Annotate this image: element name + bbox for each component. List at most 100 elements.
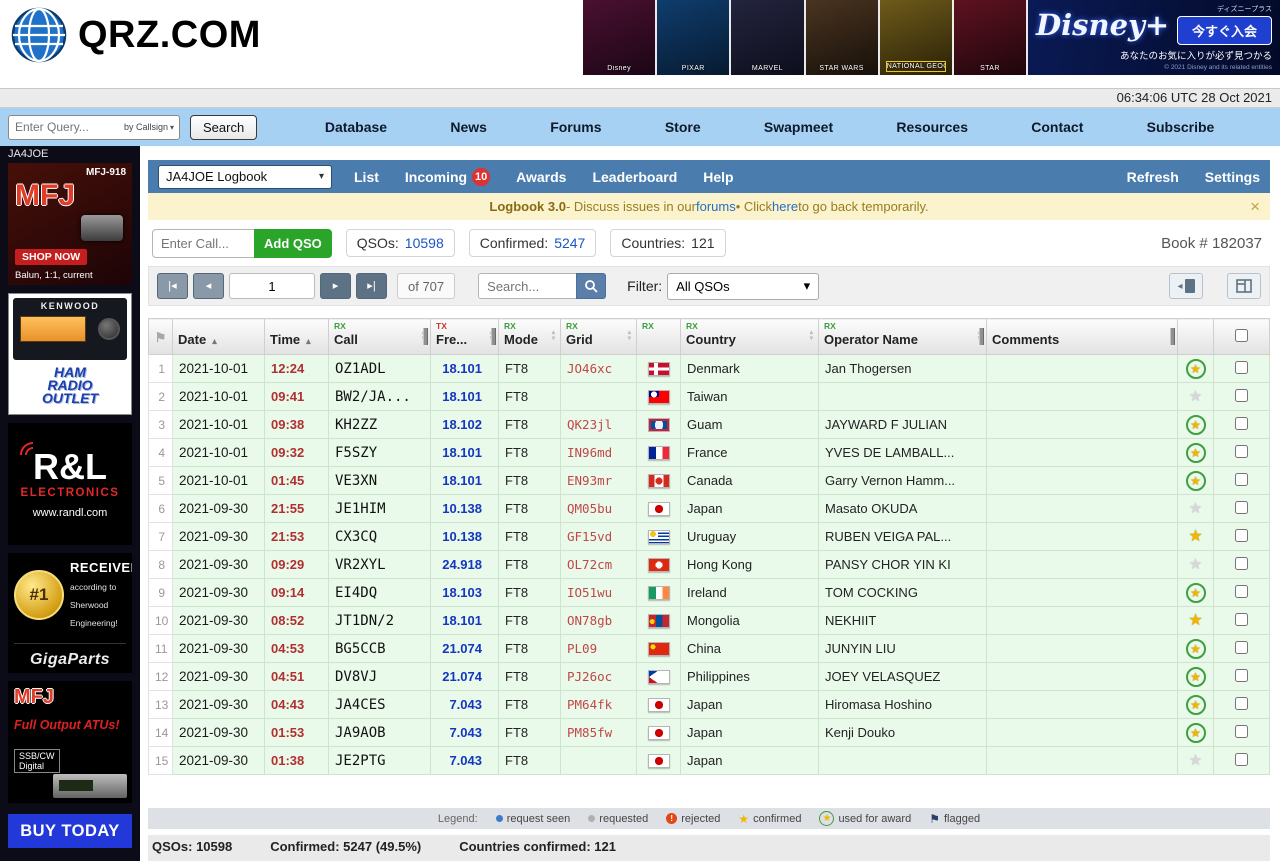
nav-item-news[interactable]: News bbox=[450, 119, 487, 135]
star-award-icon[interactable]: ★ bbox=[1185, 414, 1206, 435]
qso-row[interactable]: 14 2021-09-30 01:53 JA9AOB 7.043 FT8 PM85fw Jap… bbox=[148, 718, 1270, 747]
buy-today-button[interactable]: BUY TODAY bbox=[8, 814, 132, 848]
cell-callsign[interactable]: VE3XN bbox=[328, 466, 431, 495]
forums-link[interactable]: forums bbox=[696, 199, 736, 214]
column-header-country[interactable]: RX Country ▴ ▾ bbox=[680, 318, 819, 355]
column-resize-handle[interactable] bbox=[491, 328, 496, 345]
qso-row[interactable]: 13 2021-09-30 04:43 JA4CES 7.043 FT8 PM64fk Jap… bbox=[148, 690, 1270, 719]
star-award-icon[interactable]: ★ bbox=[1185, 694, 1206, 715]
row-checkbox[interactable] bbox=[1235, 668, 1248, 682]
qso-row[interactable]: 4 2021-10-01 09:32 F5SZY 18.101 FT8 IN96md Fran… bbox=[148, 438, 1270, 467]
search-button[interactable]: Search bbox=[190, 114, 258, 140]
ad-poster-pixar[interactable]: PIXAR bbox=[657, 0, 732, 75]
cell-callsign[interactable]: JE2PTG bbox=[328, 746, 431, 775]
disney-ad-banner[interactable]: Disney PIXAR MARVEL STAR WARS NATIONAL GEOGR… bbox=[583, 0, 1280, 75]
page-number-input[interactable] bbox=[229, 273, 315, 299]
close-icon[interactable]: × bbox=[1250, 198, 1260, 215]
nav-item-subscribe[interactable]: Subscribe bbox=[1147, 119, 1215, 135]
nav-item-contact[interactable]: Contact bbox=[1031, 119, 1083, 135]
qso-row[interactable]: 15 2021-09-30 01:38 JE2PTG 7.043 FT8 Japan ★ bbox=[148, 746, 1270, 775]
row-checkbox[interactable] bbox=[1235, 388, 1248, 402]
column-header-call[interactable]: RXCall▴▾ bbox=[328, 318, 431, 355]
cell-callsign[interactable]: VR2XYL bbox=[328, 550, 431, 579]
first-page-button[interactable]: |◂ bbox=[157, 273, 188, 299]
ad-poster-national-geographic[interactable]: NATIONAL GEOGRAPHIC bbox=[879, 0, 954, 75]
column-header-freq[interactable]: TXFre...▴▾ bbox=[430, 318, 499, 355]
ad-rl-electronics[interactable]: R&L ELECTRONICS www.randl.com bbox=[8, 423, 132, 545]
column-header-grid[interactable]: RX Grid ▴ ▾ bbox=[560, 318, 637, 355]
row-checkbox[interactable] bbox=[1235, 444, 1248, 458]
cell-callsign[interactable]: JE1HIM bbox=[328, 494, 431, 523]
enter-call-input[interactable] bbox=[152, 228, 254, 258]
ad-signup-button[interactable]: 今すぐ入会 bbox=[1176, 16, 1272, 45]
star-award-icon[interactable]: ★ bbox=[1185, 358, 1206, 379]
last-page-button[interactable]: ▸| bbox=[356, 273, 387, 299]
cell-callsign[interactable]: KH2ZZ bbox=[328, 410, 431, 439]
logbook-select[interactable]: JA4JOE Logbook ▾ bbox=[158, 164, 332, 189]
logbook-tab-list[interactable]: List bbox=[354, 169, 379, 185]
table-search-input[interactable] bbox=[478, 273, 577, 299]
cell-callsign[interactable]: BW2/JA... bbox=[328, 382, 431, 411]
star-award-icon[interactable]: ★ bbox=[1185, 666, 1206, 687]
cell-callsign[interactable]: F5SZY bbox=[328, 438, 431, 467]
row-checkbox[interactable] bbox=[1235, 640, 1248, 654]
star-empty-icon[interactable]: ★ bbox=[1186, 499, 1206, 519]
nav-item-database[interactable]: Database bbox=[325, 119, 387, 135]
nav-item-swapmeet[interactable]: Swapmeet bbox=[764, 119, 833, 135]
column-header-operator[interactable]: RXOperator Name▴▾ bbox=[818, 318, 987, 355]
column-header-time[interactable]: Time ▴ bbox=[264, 318, 329, 355]
star-confirmed-icon[interactable]: ★ bbox=[1186, 611, 1206, 631]
next-page-button[interactable]: ▸ bbox=[320, 273, 351, 299]
add-qso-button[interactable]: Add QSO bbox=[254, 228, 332, 258]
row-checkbox[interactable] bbox=[1235, 584, 1248, 598]
cell-callsign[interactable]: DV8VJ bbox=[328, 662, 431, 691]
qso-row[interactable]: 9 2021-09-30 09:14 EI4DQ 18.103 FT8 IO51wu Irel… bbox=[148, 578, 1270, 607]
ad-poster-star-wars[interactable]: STAR WARS bbox=[805, 0, 880, 75]
select-all-checkbox[interactable] bbox=[1235, 328, 1248, 342]
cell-callsign[interactable]: OZ1ADL bbox=[328, 354, 431, 383]
qso-row[interactable]: 11 2021-09-30 04:53 BG5CCB 21.074 FT8 PL09 Chin… bbox=[148, 634, 1270, 663]
nav-item-store[interactable]: Store bbox=[665, 119, 701, 135]
layout-button[interactable] bbox=[1227, 273, 1261, 299]
cell-callsign[interactable]: EI4DQ bbox=[328, 578, 431, 607]
row-checkbox[interactable] bbox=[1235, 696, 1248, 710]
ad-gigaparts[interactable]: #1 RECEIVER according to Sherwood Engine… bbox=[8, 553, 132, 673]
table-search-button[interactable] bbox=[576, 273, 607, 299]
column-resize-handle[interactable] bbox=[979, 328, 984, 345]
qrz-logo[interactable]: QRZ.COM bbox=[10, 6, 261, 64]
nav-item-resources[interactable]: Resources bbox=[896, 119, 968, 135]
qso-row[interactable]: 12 2021-09-30 04:51 DV8VJ 21.074 FT8 PJ26oc Phi… bbox=[148, 662, 1270, 691]
refresh-button[interactable]: Refresh bbox=[1127, 169, 1179, 185]
column-header-date[interactable]: Date ▴ bbox=[172, 318, 265, 355]
qso-row[interactable]: 3 2021-10-01 09:38 KH2ZZ 18.102 FT8 QK23jl Guam… bbox=[148, 410, 1270, 439]
search-type-select[interactable]: by Callsign ▾ bbox=[124, 122, 179, 132]
star-award-icon[interactable]: ★ bbox=[1185, 582, 1206, 603]
star-award-icon[interactable]: ★ bbox=[1185, 442, 1206, 463]
cell-callsign[interactable]: JA9AOB bbox=[328, 718, 431, 747]
logbook-tab-awards[interactable]: Awards bbox=[516, 169, 566, 185]
star-empty-icon[interactable]: ★ bbox=[1186, 555, 1206, 575]
cell-callsign[interactable]: JA4CES bbox=[328, 690, 431, 719]
star-award-icon[interactable]: ★ bbox=[1185, 638, 1206, 659]
cell-callsign[interactable]: CX3CQ bbox=[328, 522, 431, 551]
star-award-icon[interactable]: ★ bbox=[1185, 722, 1206, 743]
star-empty-icon[interactable]: ★ bbox=[1186, 751, 1206, 771]
prev-page-button[interactable]: ◂ bbox=[193, 273, 224, 299]
row-checkbox[interactable] bbox=[1235, 556, 1248, 570]
ad-poster-marvel[interactable]: MARVEL bbox=[731, 0, 806, 75]
ad-mfj-atu[interactable]: MFJ Full Output ATUs! SSB/CW Digital bbox=[8, 681, 132, 803]
shop-now-button[interactable]: SHOP NOW bbox=[15, 249, 88, 265]
qso-row[interactable]: 1 2021-10-01 12:24 OZ1ADL 18.101 FT8 JO46xc Den… bbox=[148, 354, 1270, 383]
logbook-tab-help[interactable]: Help bbox=[703, 169, 733, 185]
qso-row[interactable]: 2 2021-10-01 09:41 BW2/JA... 18.101 FT8 Taiwan… bbox=[148, 382, 1270, 411]
star-confirmed-icon[interactable]: ★ bbox=[1186, 527, 1206, 547]
qso-row[interactable]: 8 2021-09-30 09:29 VR2XYL 24.918 FT8 OL72cm Hon… bbox=[148, 550, 1270, 579]
ad-mfj-918[interactable]: MFJ MFJ-918 SHOP NOW Balun, 1:1, current bbox=[8, 163, 132, 285]
settings-button[interactable]: Settings bbox=[1205, 169, 1260, 185]
row-checkbox[interactable] bbox=[1235, 360, 1248, 374]
cell-callsign[interactable]: BG5CCB bbox=[328, 634, 431, 663]
row-checkbox[interactable] bbox=[1235, 752, 1248, 766]
column-resize-handle[interactable] bbox=[423, 328, 428, 345]
star-award-icon[interactable]: ★ bbox=[1185, 470, 1206, 491]
qso-row[interactable]: 5 2021-10-01 01:45 VE3XN 18.101 FT8 EN93mr Cana… bbox=[148, 466, 1270, 495]
